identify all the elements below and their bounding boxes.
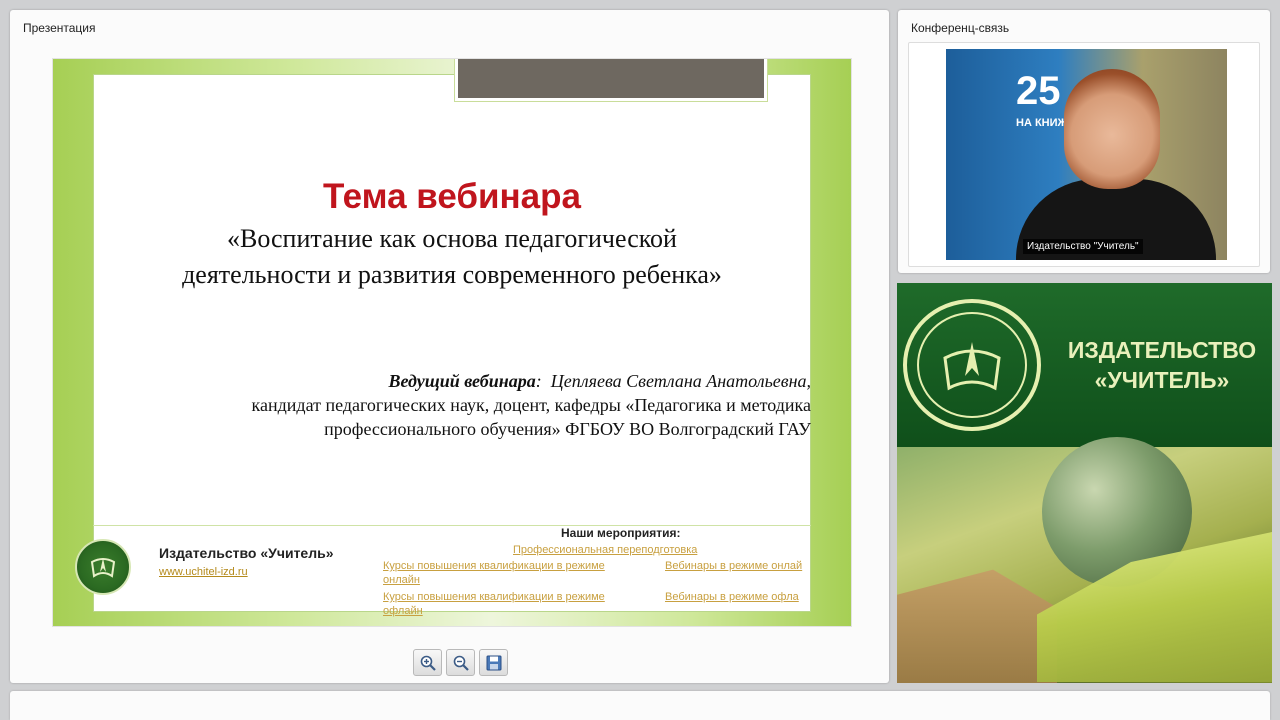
save-icon [486, 655, 501, 670]
slide-footer-divider [93, 525, 811, 526]
slide-topic-line2: деятельности и развития современного реб… [182, 260, 722, 289]
books-stack-image [897, 569, 1057, 683]
footer-url-link[interactable]: www.uchitel-izd.ru [159, 566, 248, 578]
presentation-toolbar [413, 649, 508, 676]
slide-content-area [93, 74, 811, 612]
slide-topic: «Воспитание как основа педагогической де… [93, 221, 811, 293]
event-link-courses-online[interactable]: Курсы повышения квалификации в режиме он… [383, 559, 643, 587]
zoom-out-icon [453, 655, 469, 671]
event-link-webinars-online[interactable]: Вебинары в режиме онлай [665, 559, 802, 573]
publisher-emblem-inner [917, 312, 1027, 418]
footer-company: Издательство «Учитель» [159, 545, 334, 561]
host-line2: кандидат педагогических наук, доцент, ка… [251, 395, 811, 415]
conference-panel-title: Конференц-связь [911, 21, 1010, 35]
slide-topic-line1: «Воспитание как основа педагогической [227, 224, 677, 253]
publisher-logo-icon [75, 539, 131, 595]
host-name: Цепляева Светлана Анатольевна, [550, 371, 811, 391]
event-link-courses-offline[interactable]: Курсы повышения квалификации в режиме оф… [383, 590, 643, 618]
publisher-banner-books-image [897, 437, 1272, 683]
event-link-webinars-offline[interactable]: Вебинары в режиме офла [665, 590, 799, 604]
publisher-name-line2: «УЧИТЕЛЬ» [1094, 367, 1230, 393]
video-banner-number: 25 [1016, 69, 1061, 113]
webcam-video[interactable]: 25 НА КНИЖ Издательство "Учитель" [946, 49, 1227, 260]
zoom-out-button[interactable] [446, 649, 475, 676]
video-frame: 25 НА КНИЖ Издательство "Учитель" [908, 42, 1260, 267]
publisher-name-line1: ИЗДАТЕЛЬСТВО [1067, 337, 1257, 363]
publisher-name: ИЗДАТЕЛЬСТВО «УЧИТЕЛЬ» [1057, 335, 1267, 395]
zoom-in-icon [420, 655, 436, 671]
publisher-banner-top: ИЗДАТЕЛЬСТВО «УЧИТЕЛЬ» [897, 283, 1272, 447]
bottom-panel [10, 691, 1270, 720]
presentation-panel-title: Презентация [23, 21, 96, 35]
host-line1: Ведущий вебинара: Цепляева Светлана Анат… [388, 371, 811, 391]
host-label: Ведущий вебинара [388, 371, 536, 391]
events-title: Наши мероприятия: [561, 526, 681, 540]
publisher-banner: ИЗДАТЕЛЬСТВО «УЧИТЕЛЬ» [897, 283, 1272, 683]
presentation-slide: Тема вебинара «Воспитание как основа пед… [52, 58, 852, 627]
video-caption: Издательство "Учитель" [1023, 239, 1143, 254]
slide-header-tab [454, 59, 768, 102]
host-info: Ведущий вебинара: Цепляева Светлана Анат… [131, 369, 811, 441]
event-link-retraining[interactable]: Профессиональная переподготовка [513, 543, 697, 557]
slide-heading: Тема вебинара [323, 177, 581, 216]
speaker-head [1064, 69, 1160, 189]
conference-panel: Конференц-связь 25 НА КНИЖ Издательство … [898, 10, 1270, 273]
publisher-emblem-icon [903, 299, 1041, 431]
video-banner-text: НА КНИЖ [1016, 117, 1068, 129]
host-line3: профессионального обучения» ФГБОУ ВО Вол… [324, 419, 811, 439]
save-button[interactable] [479, 649, 508, 676]
zoom-in-button[interactable] [413, 649, 442, 676]
presentation-panel: Презентация Тема вебинара «Воспитание ка… [10, 10, 889, 683]
